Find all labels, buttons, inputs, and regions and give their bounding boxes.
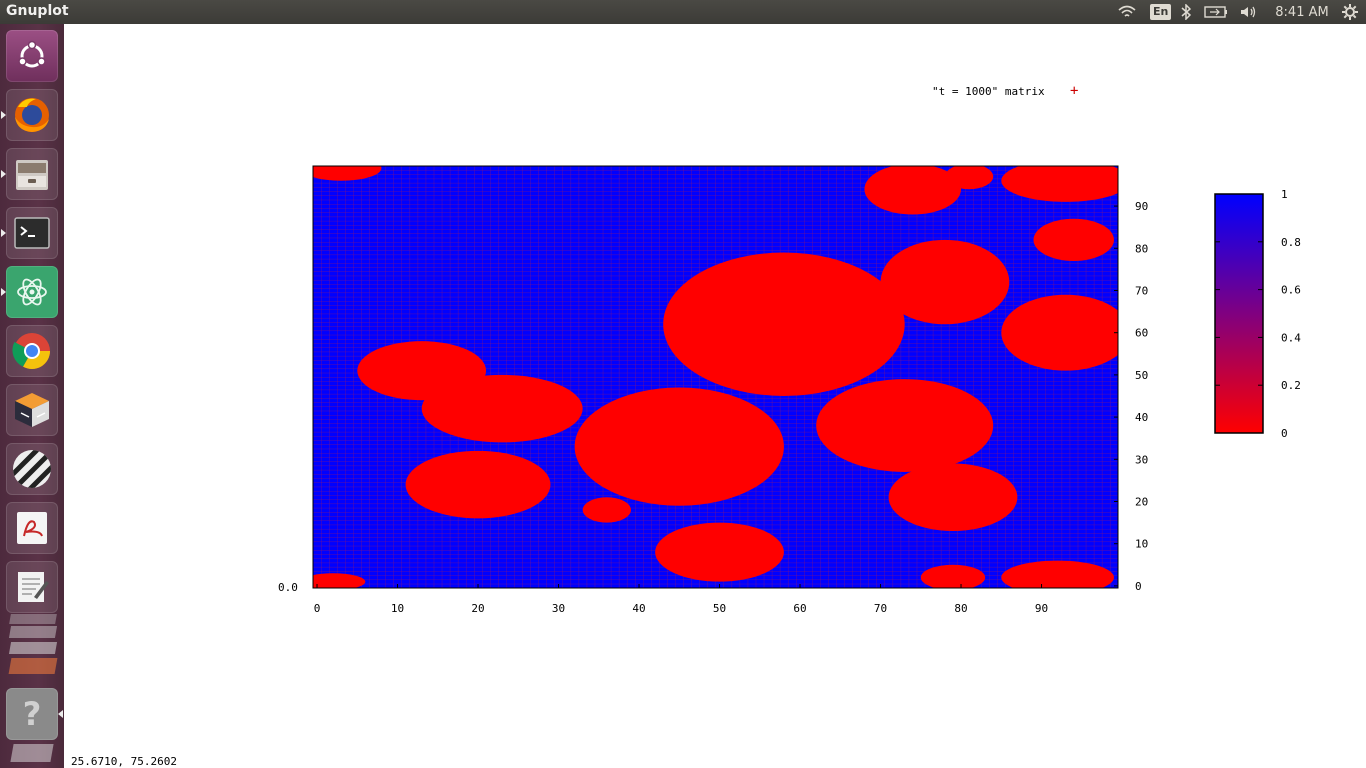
colorbar-tick-label: 0.8 <box>1281 236 1301 249</box>
launcher-chrome[interactable] <box>6 325 58 377</box>
heatmap-plot[interactable]: 0 10 20 30 40 50 60 70 80 90 0 10 20 30 40 50 60 70 80 90 0 0… <box>64 24 1366 624</box>
heatmap-region-7 <box>663 252 905 396</box>
y-tick-label: 90 <box>1135 200 1148 213</box>
colorbar-tick-label: 0 <box>1281 427 1288 440</box>
x-tick-label: 80 <box>954 602 967 615</box>
mouse-coordinates-readout: 25.6710, 75.2602 <box>71 755 177 768</box>
colorbar-tick-label: 0.4 <box>1281 331 1301 344</box>
firefox-icon <box>15 98 49 132</box>
heatmap-region-10 <box>574 387 784 506</box>
wifi-icon[interactable] <box>1116 2 1138 22</box>
launcher-document-viewer[interactable] <box>6 502 58 554</box>
y-tick-label: 40 <box>1135 411 1148 424</box>
launcher-virtualbox[interactable] <box>6 384 58 436</box>
x-tick-label: 0 <box>314 602 321 615</box>
launcher-bottom-stack <box>10 744 54 762</box>
top-panel: Gnuplot En 8:41 AM <box>0 0 1366 24</box>
atom-icon <box>17 278 47 306</box>
x-tick-label: 50 <box>713 602 726 615</box>
virtualbox-icon <box>15 393 49 427</box>
x-tick-label: 70 <box>874 602 887 615</box>
launcher-ubuntu-dash[interactable] <box>6 30 58 82</box>
heatmap-region-1 <box>864 166 962 215</box>
y-tick-label: 50 <box>1135 369 1148 382</box>
app-title: Gnuplot <box>6 3 69 19</box>
x-tick-label: 90 <box>1035 602 1048 615</box>
volume-icon[interactable] <box>1238 2 1260 22</box>
launcher-files[interactable] <box>6 148 58 200</box>
colorbar-tick-label: 1 <box>1281 188 1288 201</box>
heatmap-region-13 <box>888 463 1018 532</box>
striped-icon <box>13 450 51 488</box>
x-tick-label: 10 <box>391 602 404 615</box>
y-tick-label: 70 <box>1135 284 1148 297</box>
heatmap-region-11 <box>816 379 994 472</box>
launcher-help[interactable]: ? <box>6 688 58 740</box>
terminal-icon <box>14 217 50 249</box>
settings-gear-icon[interactable] <box>1340 2 1360 22</box>
question-mark-icon: ? <box>22 695 42 733</box>
text-editor-icon <box>18 572 49 602</box>
heatmap-region-12 <box>405 450 551 519</box>
pdf-viewer-icon <box>17 512 47 544</box>
heatmap-region-16 <box>920 564 986 588</box>
heatmap-region-9 <box>421 374 583 443</box>
x-tick-label: 20 <box>471 602 484 615</box>
colorbar-tick-label: 0.2 <box>1281 379 1301 392</box>
heatmap-region-15 <box>655 522 784 582</box>
y-tick-label: 80 <box>1135 242 1148 255</box>
chrome-icon <box>12 333 51 370</box>
launcher-terminal[interactable] <box>6 207 58 259</box>
launcher: ? <box>0 24 65 768</box>
launcher-striped-app[interactable] <box>6 443 58 495</box>
heatmap-region-14 <box>582 497 631 523</box>
y-tick-label: 20 <box>1135 495 1148 508</box>
stacked-launcher-items <box>8 610 58 690</box>
ubuntu-logo-icon <box>18 40 46 68</box>
heatmap-region-2 <box>944 166 994 190</box>
clock[interactable]: 8:41 AM <box>1270 2 1334 22</box>
gnuplot-canvas[interactable]: "t = 1000" matrix + 0.0 0 10 20 30 40 50 60 70 8… <box>64 24 1366 768</box>
language-indicator[interactable]: En <box>1150 4 1172 20</box>
y-tick-label: 10 <box>1135 538 1148 551</box>
bluetooth-icon[interactable] <box>1178 2 1194 22</box>
x-tick-label: 60 <box>793 602 806 615</box>
file-cabinet-icon <box>16 160 48 190</box>
x-tick-label: 40 <box>632 602 645 615</box>
launcher-atom[interactable] <box>6 266 58 318</box>
heatmap-region-6 <box>1001 294 1118 371</box>
launcher-scroll-indicator <box>58 710 63 718</box>
launcher-text-editor[interactable] <box>6 561 58 613</box>
y-tick-label: 60 <box>1135 327 1148 340</box>
x-tick-label: 30 <box>552 602 565 615</box>
heatmap-region-4 <box>1033 218 1114 261</box>
colorbar <box>1214 193 1264 434</box>
launcher-firefox[interactable] <box>6 89 58 141</box>
colorbar-tick-label: 0.6 <box>1281 284 1301 297</box>
y-tick-label: 0 <box>1135 580 1142 593</box>
battery-icon[interactable] <box>1203 2 1229 22</box>
y-tick-label: 30 <box>1135 453 1148 466</box>
heatmap-region-17 <box>1001 560 1114 588</box>
